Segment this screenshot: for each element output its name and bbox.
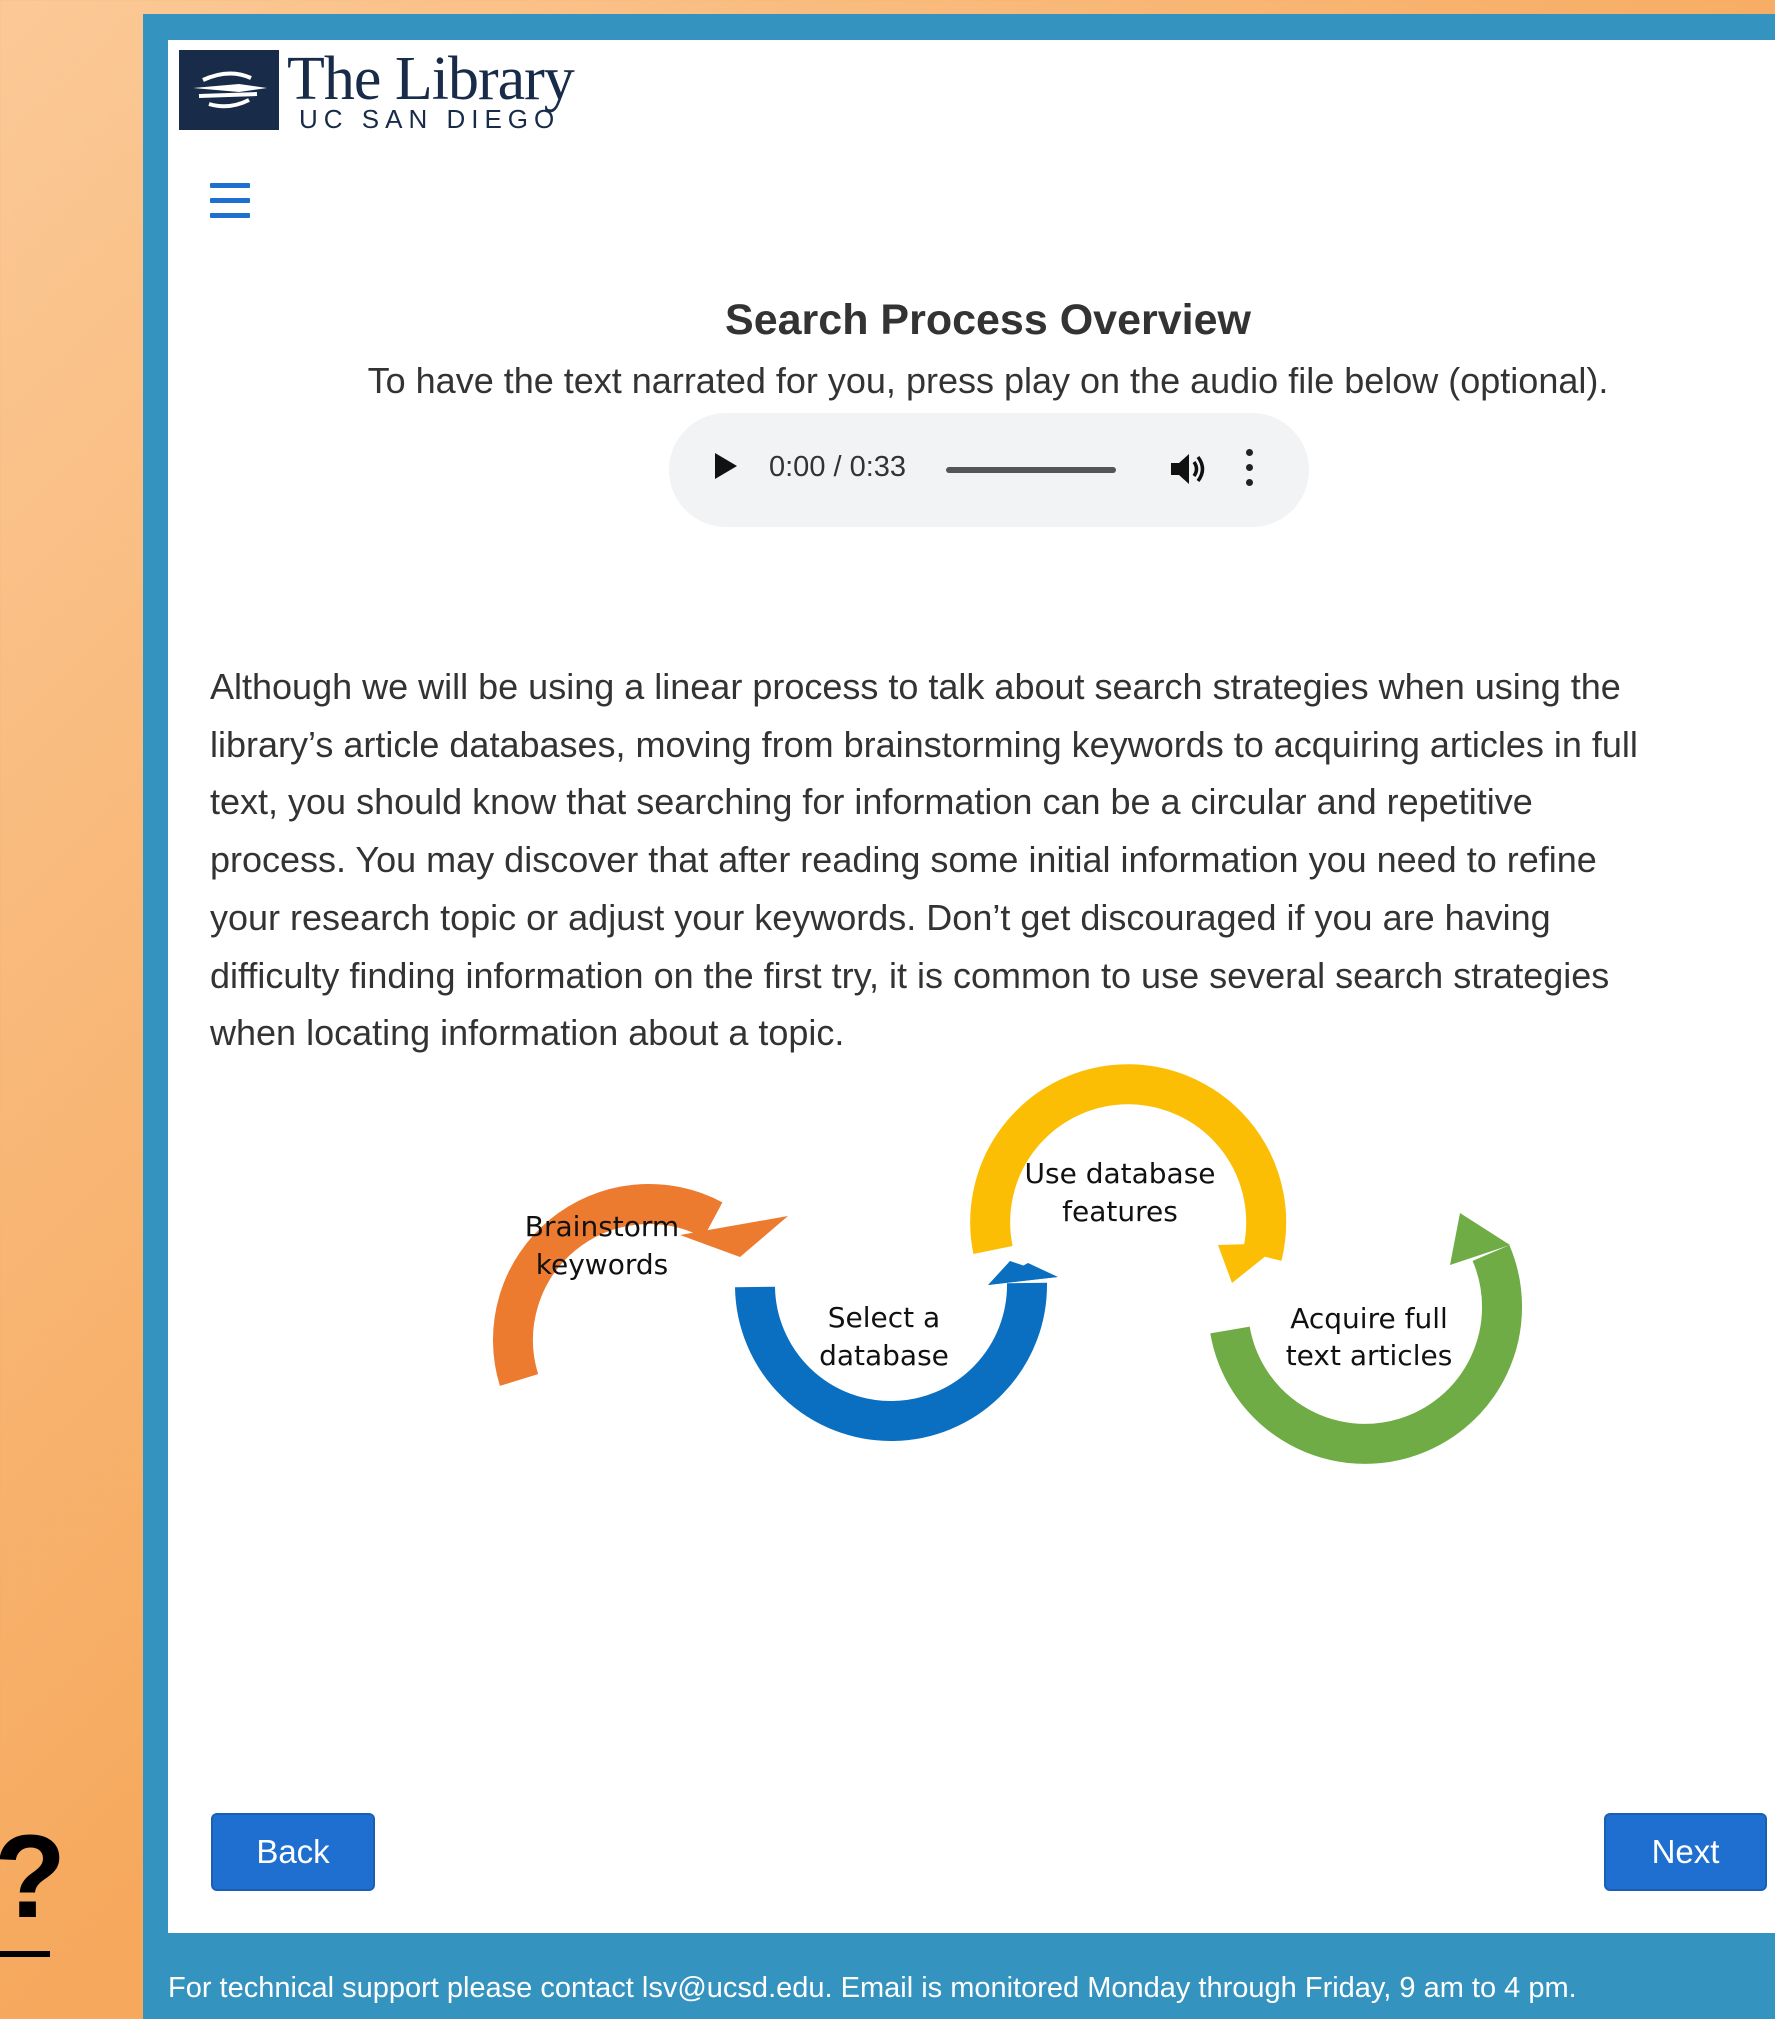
logo-emblem-icon: [179, 50, 279, 130]
step-acquire-line2: text articles: [1286, 1339, 1453, 1372]
step-brainstorm-line2: keywords: [536, 1248, 668, 1281]
step-acquire-line1: Acquire full: [1290, 1302, 1448, 1335]
overview-paragraph: Although we will be using a linear proce…: [210, 666, 1638, 1054]
play-icon[interactable]: [715, 453, 737, 479]
step-features-line1: Use database: [1024, 1157, 1215, 1190]
features-arrow: [1218, 1243, 1282, 1283]
audio-time: 0:00 / 0:33: [769, 451, 907, 483]
step-select-line1: Select a: [828, 1301, 940, 1334]
audio-player: 0:00 / 0:33: [669, 413, 1309, 527]
page-title: Search Process Overview: [725, 296, 1251, 344]
help-icon[interactable]: ?: [0, 1818, 66, 1936]
volume-icon[interactable]: [1167, 449, 1207, 489]
audio-instruction: To have the text narrated for you, press…: [367, 360, 1609, 401]
next-button[interactable]: Next: [1604, 1813, 1767, 1891]
menu-icon[interactable]: [210, 183, 250, 219]
step-select-line2: database: [819, 1339, 949, 1372]
back-button[interactable]: Back: [211, 1813, 375, 1891]
search-process-diagram: Brainstorm keywords Select a database Us…: [493, 1064, 1523, 1464]
help-underline: [0, 1951, 50, 1957]
audio-progress-slider[interactable]: [946, 467, 1116, 473]
support-footer: For technical support please contact lsv…: [168, 1972, 1577, 2004]
logo-subtitle: UC SAN DIEGO: [299, 104, 561, 134]
step-brainstorm-line1: Brainstorm: [525, 1210, 679, 1243]
more-options-icon[interactable]: [1242, 447, 1256, 489]
step-features-line2: features: [1062, 1195, 1178, 1228]
library-logo[interactable]: The Library UC SAN DIEGO: [179, 45, 609, 138]
